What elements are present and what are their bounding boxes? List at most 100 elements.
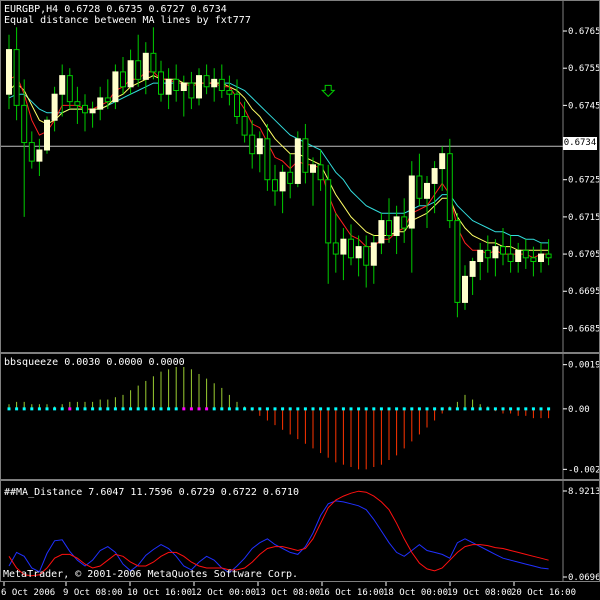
price-chart-plot[interactable]: 0.6765 0.6755 0.6745 0.6725 0.6715 0.6705 0.66… <box>1 1 599 352</box>
candle-bear <box>332 242 339 255</box>
candle-bear <box>135 60 142 80</box>
candle-bear <box>226 90 233 95</box>
bb-squeeze-dot <box>288 407 292 411</box>
candle-bull <box>142 52 149 80</box>
bb-squeeze-dot <box>387 407 391 411</box>
bb-squeeze-dot <box>75 407 79 411</box>
bb-squeeze-dot <box>433 407 437 411</box>
bb-squeeze-dot <box>372 407 376 411</box>
candle-bull <box>256 138 263 155</box>
candle-bear <box>188 82 195 99</box>
candle-bull <box>355 246 362 259</box>
bb-squeeze-dot <box>516 407 520 411</box>
ma-mid-line <box>8 75 549 251</box>
bb-squeeze-dot <box>30 407 34 411</box>
bb-squeeze-dot <box>547 407 551 411</box>
bb-squeeze-dot <box>98 407 102 411</box>
bbsqueeze-pane[interactable]: 0.0019 0.00 -0.0026 bbsqueeze 0.0030 0.000… <box>0 353 600 480</box>
bb-squeeze-dot <box>357 407 361 411</box>
ma-distance-pane[interactable]: 8.9213 0.0696 ##MA_Distance 7.6047 11.759… <box>0 480 600 582</box>
bb-squeeze-dot <box>311 407 315 411</box>
bb-squeeze-dot <box>167 407 171 411</box>
ma-tick-label: 8.9213 <box>568 487 599 497</box>
bb-squeeze-dot <box>121 407 125 411</box>
bb-squeeze-dot <box>455 407 459 411</box>
bb-squeeze-dot <box>197 407 201 411</box>
bb-squeeze-dot <box>45 407 49 411</box>
candle-bull <box>469 261 476 277</box>
price-tick-label: 0.6725 <box>568 176 599 186</box>
bb-squeeze-dot <box>106 407 110 411</box>
bb-squeeze-dot <box>463 407 467 411</box>
bb-squeeze-dot <box>258 407 262 411</box>
bb-squeeze-dot <box>235 407 239 411</box>
time-tick-label: 19 Oct 08:00 <box>447 588 512 598</box>
candle-bull <box>89 108 96 114</box>
symbol-line: EURGBP,H4 0.6728 0.6735 0.6727 0.6734 <box>4 4 227 15</box>
candle-bull <box>294 138 301 184</box>
candle-bear <box>13 49 20 106</box>
candle-bull <box>51 93 58 121</box>
candle-bear <box>317 164 324 181</box>
time-tick-label: 6 Oct 2006 <box>1 588 55 598</box>
price-tick-label: 0.6685 <box>568 324 599 334</box>
bb-squeeze-dot <box>395 407 399 411</box>
bb-squeeze-dot <box>129 407 133 411</box>
bb-squeeze-dot <box>205 407 209 411</box>
bb-squeeze-dot <box>364 407 368 411</box>
price-tick-label: 0.6755 <box>568 64 599 74</box>
time-tick-label: 18 Oct 00:00 <box>383 588 448 598</box>
bb-squeeze-dot <box>243 407 247 411</box>
bb-squeeze-dot <box>425 407 429 411</box>
bb-squeeze-dot <box>319 407 323 411</box>
bb-squeeze-dot <box>113 407 117 411</box>
arrow-down-icon <box>320 84 336 98</box>
candle-bear <box>74 101 81 106</box>
candle-bear <box>446 153 453 222</box>
candle-bull <box>196 75 202 99</box>
candle-bear <box>249 134 256 155</box>
candle-bear <box>363 246 370 266</box>
candle-bull <box>59 75 66 95</box>
candle-bear <box>348 238 354 259</box>
bb-squeeze-dot <box>60 407 64 411</box>
indicator-title: Equal distance between MA lines by fxt77… <box>4 15 251 26</box>
price-tick-label: 0.6695 <box>568 287 599 297</box>
candle-bear <box>545 253 552 259</box>
candle-bear <box>500 246 506 255</box>
bb-tick-label: -0.0026 <box>568 465 599 475</box>
candle-bull <box>424 182 430 199</box>
bb-squeeze-dot <box>189 407 193 411</box>
candle-bull <box>340 238 347 255</box>
candle-bull <box>538 253 544 262</box>
candle-bull <box>393 216 400 236</box>
time-tick-label: 20 Oct 16:00 <box>511 588 576 598</box>
candle-bear <box>158 71 164 95</box>
bb-squeeze-dot <box>379 407 383 411</box>
bb-squeeze-dot <box>83 407 87 411</box>
bb-tick-label: 0.00 <box>568 405 590 415</box>
candle-bull <box>112 71 119 103</box>
bb-squeeze-dot <box>151 407 155 411</box>
bb-squeeze-dot <box>53 407 57 411</box>
bb-squeeze-dot <box>493 407 497 411</box>
bbsqueeze-plot[interactable]: 0.0019 0.00 -0.0026 <box>1 354 599 479</box>
chart-window[interactable]: 0.6765 0.6755 0.6745 0.6725 0.6715 0.6705 0.66… <box>0 0 600 600</box>
bbsqueeze-title: bbsqueeze 0.0030 0.0000 0.0000 <box>4 357 185 368</box>
candle-bear <box>203 75 210 88</box>
price-chart-pane[interactable]: 0.6765 0.6755 0.6745 0.6725 0.6715 0.6705 0.66… <box>0 0 600 353</box>
candle-bear <box>241 116 248 136</box>
candle-bull <box>6 49 12 95</box>
bb-squeeze-dot <box>136 407 140 411</box>
candle-bull <box>462 275 468 303</box>
candle-bear <box>150 52 157 73</box>
candle-bear <box>21 104 28 144</box>
bb-squeeze-dot <box>524 407 528 411</box>
candle-bull <box>431 168 438 184</box>
bb-squeeze-dot <box>7 407 11 411</box>
bb-squeeze-dot <box>227 407 231 411</box>
candle-bear <box>386 220 392 236</box>
bb-squeeze-dot <box>539 407 543 411</box>
bb-squeeze-dot <box>68 407 72 411</box>
candle-bull <box>492 246 499 259</box>
